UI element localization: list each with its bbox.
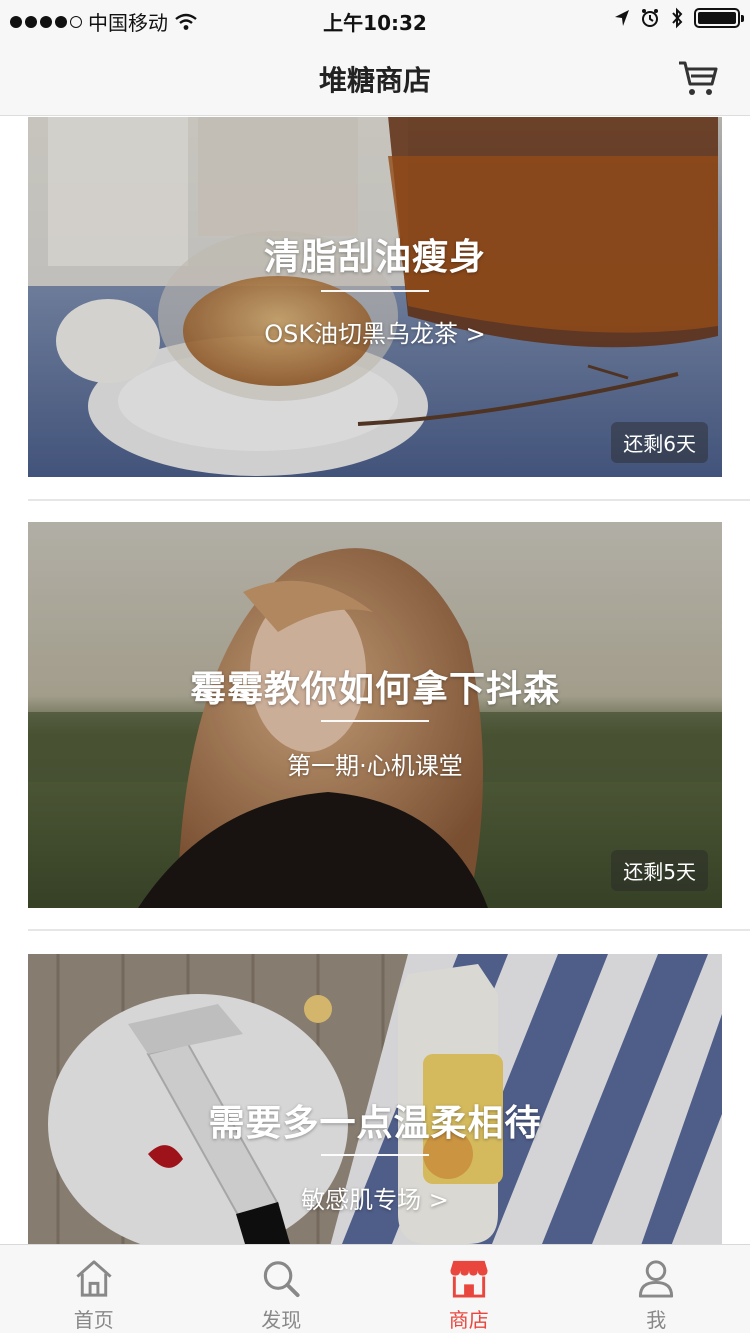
bluetooth-icon: [672, 7, 683, 29]
card-subtitle[interactable]: 敏感肌专场 >: [28, 1180, 722, 1215]
card-separator: [28, 929, 750, 931]
tab-shop[interactable]: 商店: [375, 1245, 563, 1333]
search-icon: [264, 1261, 300, 1298]
shop-icon: [450, 1260, 488, 1298]
card-divider: [321, 290, 429, 292]
tab-discover[interactable]: 发现: [188, 1245, 376, 1333]
battery-icon: [694, 8, 744, 28]
card-title: 霉霉教你如何拿下抖森: [189, 669, 560, 710]
tab-home[interactable]: 首页: [0, 1245, 188, 1333]
home-icon: [76, 1260, 112, 1297]
page-title: 堆糖商店: [318, 64, 431, 97]
days-left-badge: 还剩6天: [611, 422, 708, 463]
card-separator: [28, 499, 750, 501]
feed-list[interactable]: 清脂刮油瘦身 OSK油切黑乌龙茶 > 还剩6天 霉霉教你如何拿下抖森 第一期·心…: [0, 117, 750, 1244]
tab-label: 首页: [73, 1308, 114, 1332]
tab-bar: 首页 发现 商店 我: [0, 1244, 750, 1333]
card-title: 清脂刮油瘦身: [263, 237, 486, 278]
card-subtitle[interactable]: OSK油切黑乌龙茶 >: [28, 314, 722, 349]
promo-card[interactable]: 需要多一点温柔相待 敏感肌专场 >: [28, 954, 722, 1244]
card-subtitle[interactable]: 第一期·心机课堂: [28, 746, 722, 781]
card-divider: [321, 720, 429, 722]
alarm-icon: [642, 9, 658, 27]
cart-icon[interactable]: [676, 56, 720, 100]
nav-bar: 堆糖商店: [0, 40, 750, 116]
location-arrow-icon: [615, 10, 629, 26]
status-bar: 中国移动 上午10:32: [0, 0, 750, 40]
promo-card[interactable]: 清脂刮油瘦身 OSK油切黑乌龙茶 > 还剩6天: [28, 117, 722, 477]
card-divider: [321, 1154, 429, 1156]
card-title: 需要多一点温柔相待: [208, 1103, 542, 1144]
tab-me[interactable]: 我: [563, 1245, 750, 1333]
profile-icon: [639, 1260, 674, 1298]
promo-card[interactable]: 霉霉教你如何拿下抖森 第一期·心机课堂 还剩5天: [28, 522, 722, 908]
tab-label: 商店: [448, 1308, 489, 1332]
tab-label: 发现: [261, 1308, 302, 1332]
status-right: [614, 7, 744, 29]
days-left-badge: 还剩5天: [611, 850, 708, 891]
tab-label: 我: [646, 1308, 667, 1332]
